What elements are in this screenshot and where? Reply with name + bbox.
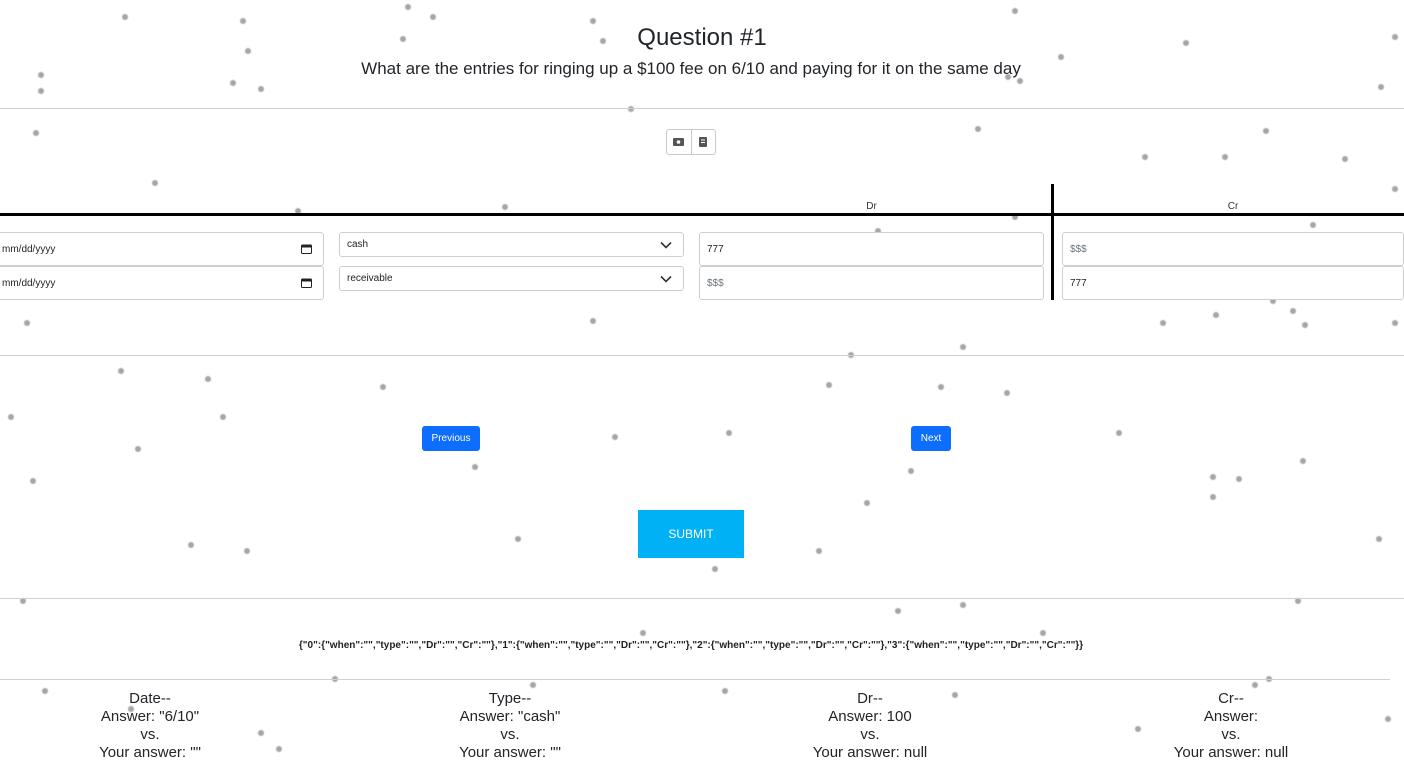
date-input[interactable]: mm/dd/yyyy: [0, 232, 324, 266]
question-text: What are the entries for ringing up a $1…: [361, 59, 1021, 78]
divider: [0, 679, 1390, 680]
t-account-vertical-line: [1051, 184, 1054, 300]
chevron-down-icon: [660, 275, 672, 283]
result-vs: vs.: [860, 726, 880, 743]
account-type-select[interactable]: cash: [339, 232, 684, 257]
result-heading: Dr--: [857, 690, 883, 707]
result-type: Type-- Answer: "cash" vs. Your answer: "…: [410, 690, 610, 762]
result-heading: Cr--: [1218, 690, 1244, 707]
result-answer: Answer:: [1203, 708, 1259, 725]
t-account-horizontal-line: [0, 213, 1404, 216]
previous-button[interactable]: Previous: [422, 426, 480, 451]
result-answer: Answer: "cash": [459, 708, 561, 725]
debug-json-output: {"0":{"when":"","type":"","Dr":"","Cr":"…: [298, 640, 1084, 651]
divider: [0, 355, 1404, 356]
divider: [0, 108, 1404, 109]
dr-value: 777: [707, 243, 724, 255]
result-vs: vs.: [1221, 726, 1241, 743]
cr-value: 777: [1070, 277, 1087, 289]
result-cr: Cr-- Answer: vs. Your answer: null: [1131, 690, 1331, 762]
cr-placeholder: $$$: [1070, 243, 1087, 255]
result-date: Date-- Answer: "6/10" vs. Your answer: "…: [50, 690, 250, 762]
cr-amount-input[interactable]: $$$: [1062, 232, 1404, 266]
account-type-select[interactable]: receivable: [339, 266, 684, 291]
cr-amount-input[interactable]: 777: [1062, 266, 1404, 300]
result-dr: Dr-- Answer: 100 vs. Your answer: null: [770, 690, 970, 762]
date-placeholder: mm/dd/yyyy: [2, 243, 56, 255]
dr-placeholder: $$$: [707, 277, 724, 289]
dr-amount-input[interactable]: 777: [699, 232, 1044, 266]
result-your-answer: Your answer: null: [1173, 744, 1289, 761]
result-vs: vs.: [500, 726, 520, 743]
result-vs: vs.: [140, 726, 160, 743]
result-heading: Type--: [488, 690, 532, 707]
result-answer: Answer: 100: [828, 708, 912, 725]
question-title: Question #1: [637, 24, 767, 51]
dr-amount-input[interactable]: $$$: [699, 266, 1044, 300]
next-button[interactable]: Next: [911, 426, 951, 451]
cr-column-header: Cr: [1227, 201, 1239, 212]
select-value: cash: [347, 239, 369, 250]
submit-button[interactable]: SUBMIT: [638, 510, 744, 558]
result-answer: Answer: "6/10": [100, 708, 200, 725]
dr-column-header: Dr: [866, 201, 877, 212]
result-your-answer: Your answer: "": [99, 744, 201, 761]
date-placeholder: mm/dd/yyyy: [2, 277, 56, 289]
calendar-icon[interactable]: [301, 278, 312, 288]
result-your-answer: Your answer: "": [459, 744, 561, 761]
chevron-down-icon: [660, 241, 672, 249]
receipt-icon[interactable]: [690, 130, 716, 154]
result-heading: Date--: [129, 690, 171, 707]
calendar-icon[interactable]: [301, 244, 312, 254]
money-icon[interactable]: [667, 130, 691, 154]
select-value: receivable: [347, 273, 393, 284]
divider: [0, 598, 1404, 599]
result-your-answer: Your answer: null: [812, 744, 928, 761]
date-input[interactable]: mm/dd/yyyy: [0, 266, 324, 300]
entry-tool-group: [666, 129, 716, 155]
